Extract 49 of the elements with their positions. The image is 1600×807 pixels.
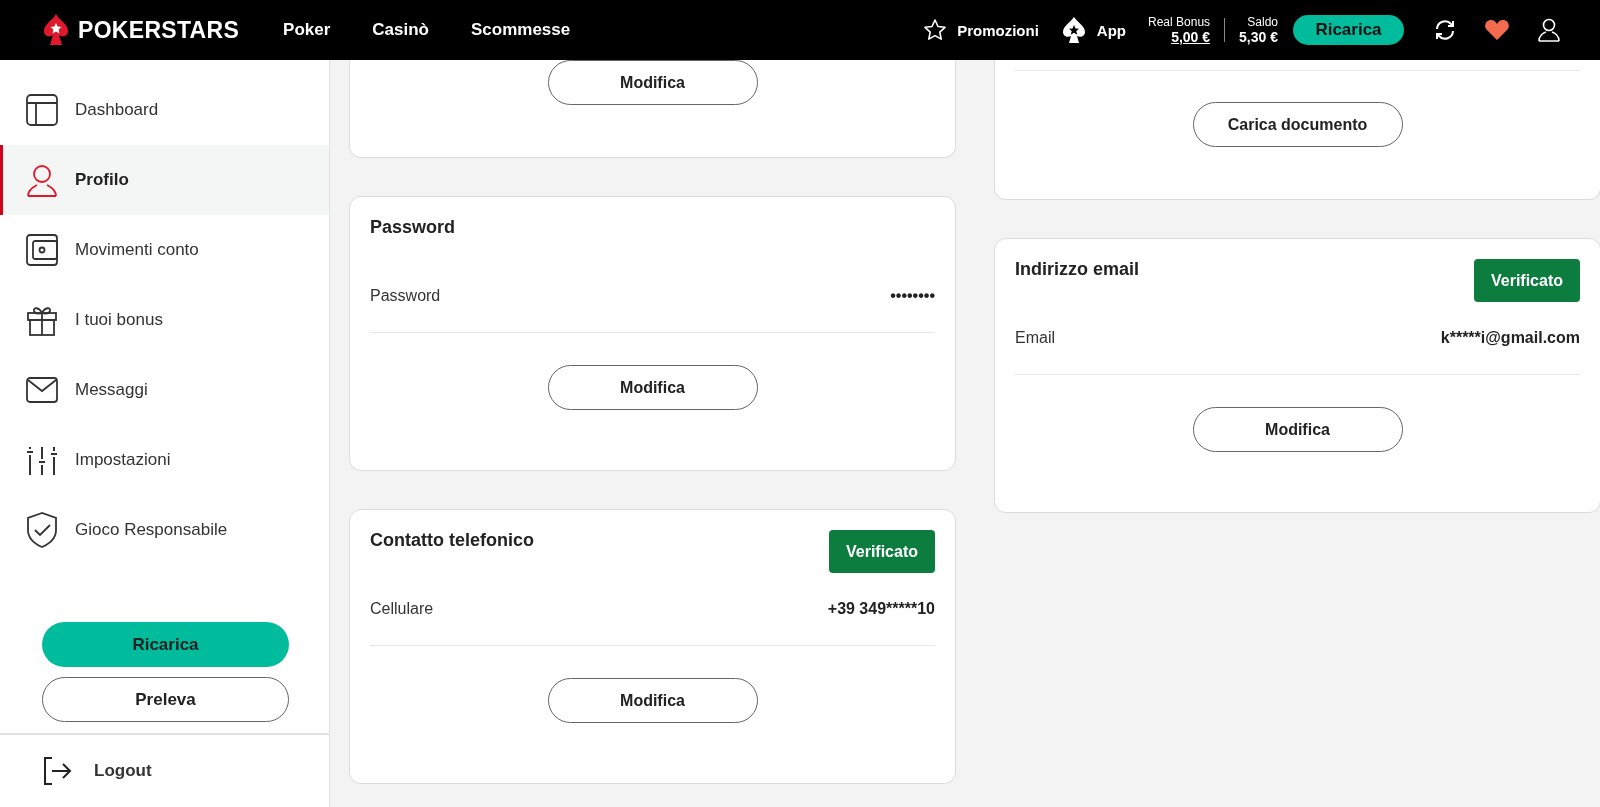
sidebar-item[interactable]: Messaggi	[0, 355, 329, 425]
balance-label: Real Bonus	[1148, 15, 1211, 30]
user-icon	[25, 163, 59, 197]
header-link[interactable]: Promozioni	[957, 21, 1039, 39]
header-link[interactable]: App	[1096, 21, 1126, 39]
balance-value: 5,30 €	[1239, 30, 1278, 45]
edit-button[interactable]: Modifica	[547, 60, 758, 105]
withdraw-button[interactable]: Preleva	[42, 677, 289, 722]
balance-label: Saldo	[1247, 15, 1278, 30]
balance-link[interactable]: 5,00 €	[1171, 30, 1211, 45]
refresh-icon[interactable]	[1434, 19, 1456, 41]
shield-icon	[25, 511, 59, 549]
nav-link[interactable]: Scommesse	[471, 20, 571, 40]
sidebar-item[interactable]: I tuoi bonus	[0, 285, 329, 355]
logout-icon[interactable]	[42, 756, 72, 786]
field-label: Password	[370, 286, 441, 306]
spade-icon	[1060, 16, 1087, 44]
heart-icon[interactable]	[1484, 19, 1510, 41]
field-label: Cellulare	[370, 599, 434, 619]
layout-icon	[25, 93, 59, 127]
edit-button[interactable]: Modifica	[547, 678, 758, 723]
sidebar-item[interactable]: Impostazioni	[0, 425, 329, 495]
verified-badge: Verificato	[828, 530, 935, 573]
verified-badge: Verificato	[1473, 259, 1580, 302]
star-icon	[923, 18, 948, 42]
nav-link[interactable]: Casinò	[372, 20, 429, 40]
field-value: k*****i@gmail.com	[1440, 328, 1580, 348]
deposit-button[interactable]: Ricarica	[42, 622, 289, 667]
field-value: +39 349*****10	[827, 599, 935, 619]
logo-text: POKERSTARS	[78, 16, 240, 44]
sidebar-item[interactable]: Profilo	[0, 145, 329, 215]
spade-star-logo-icon	[42, 13, 70, 47]
edit-button[interactable]: Modifica	[1192, 407, 1403, 452]
logout-link[interactable]: Logout	[94, 761, 152, 781]
field-value: ••••••••	[890, 286, 935, 306]
field-label: Email	[1015, 328, 1055, 348]
mail-icon	[25, 376, 59, 404]
nav-link[interactable]: Poker	[283, 20, 331, 40]
sidebar-item[interactable]: Dashboard	[0, 75, 329, 145]
edit-button[interactable]: Carica documento	[1192, 102, 1403, 147]
deposit-button[interactable]: Ricarica	[1293, 15, 1404, 45]
wallet-icon	[25, 233, 59, 267]
user-icon[interactable]	[1538, 18, 1560, 42]
card-title: Contatto telefonico	[370, 530, 534, 551]
card-title: Indirizzo email	[1015, 259, 1140, 280]
card-title: Password	[370, 217, 456, 238]
edit-button[interactable]: Modifica	[547, 365, 758, 410]
sidebar-item[interactable]: Gioco Responsabile	[0, 495, 329, 565]
sidebar-item[interactable]: Movimenti conto	[0, 215, 329, 285]
